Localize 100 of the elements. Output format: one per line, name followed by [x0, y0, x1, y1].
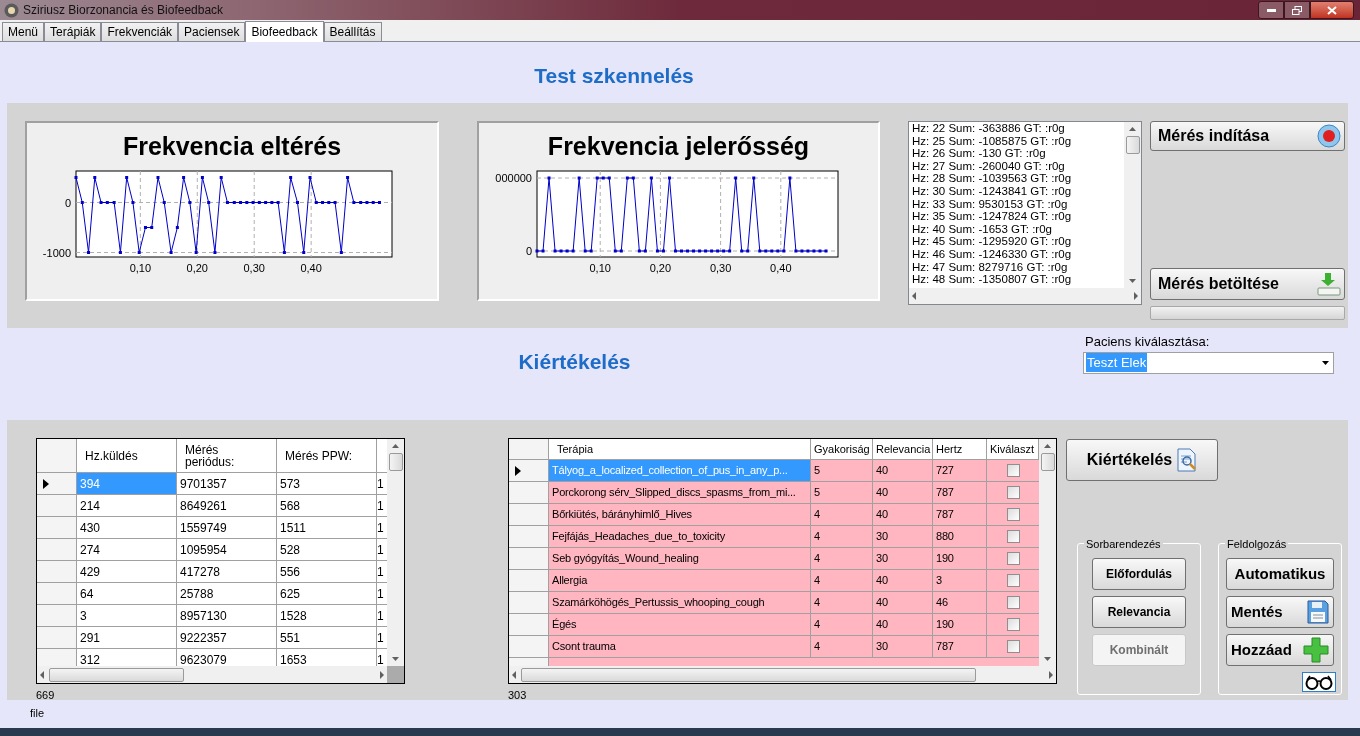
action-button[interactable]: Automatikus: [1226, 558, 1334, 590]
row-header[interactable]: [509, 460, 549, 482]
maximize-button[interactable]: [1284, 1, 1310, 19]
scroll-right-icon[interactable]: [379, 670, 385, 679]
table-row[interactable]: 430 1559749 1511 1: [37, 517, 387, 539]
scroll-thumb[interactable]: [388, 453, 403, 471]
table-cell: Allergia: [549, 570, 811, 592]
point: [302, 251, 306, 254]
sort-button[interactable]: Relevancia: [1092, 596, 1186, 628]
table-cell: 40: [873, 504, 933, 526]
tab[interactable]: Terápiák: [44, 22, 102, 41]
tab[interactable]: Beállítás: [323, 22, 382, 41]
table-cell: Tályog_a_localized_collection_of_pus_in_any_p...: [549, 460, 811, 482]
scrollbar[interactable]: [1039, 439, 1056, 666]
table-row[interactable]: Fejfájás_Headaches_due_to_toxicity 4 30 880: [509, 526, 1039, 548]
table-cell: 556: [277, 561, 377, 583]
table-row[interactable]: 64 25788 625 1: [37, 583, 387, 605]
scrollbar[interactable]: [37, 666, 387, 683]
scroll-thumb[interactable]: [521, 667, 976, 682]
patient-label: Paciens kiválasztása:: [1084, 333, 1211, 351]
checkbox[interactable]: [1006, 618, 1020, 631]
table-row[interactable]: 214 8649261 568 1: [37, 495, 387, 517]
table-row[interactable]: Allergia 4 40 3: [509, 570, 1039, 592]
point: [162, 201, 166, 204]
point: [156, 176, 160, 179]
checkbox[interactable]: [1006, 464, 1020, 477]
checkbox[interactable]: [1006, 486, 1020, 499]
table-cell: 30: [873, 526, 933, 548]
table-row[interactable]: Tályog_a_localized_collection_of_pus_in_any_p... 5 40 727: [509, 460, 1039, 482]
point: [339, 251, 343, 254]
dropdown-caret-icon: [1322, 360, 1329, 365]
table-cell: 312: [77, 649, 177, 666]
table-row[interactable]: Csont trauma 4 30 787: [509, 636, 1039, 658]
point: [213, 251, 217, 254]
checkbox[interactable]: [1006, 596, 1020, 609]
log-line: Hz: 45 Sum: -1295920 GT: :r0g: [912, 235, 1073, 248]
checkbox[interactable]: [1006, 552, 1020, 565]
checkbox[interactable]: [1006, 508, 1020, 521]
table-row[interactable]: 312 9623079 1653 1: [37, 649, 387, 666]
evaluate-button[interactable]: Kiértékelés: [1066, 439, 1218, 481]
scroll-left-icon[interactable]: [911, 292, 917, 300]
sort-button[interactable]: Előfordulás: [1092, 558, 1186, 590]
scroll-thumb[interactable]: [1125, 136, 1140, 154]
minimize-icon: [1266, 8, 1276, 12]
checkbox[interactable]: [1006, 530, 1020, 543]
table-row[interactable]: Égés 4 40 190: [509, 614, 1039, 636]
restore-icon: [1292, 5, 1302, 15]
scroll-right-icon[interactable]: [1133, 292, 1139, 300]
point: [371, 201, 375, 204]
glasses-button[interactable]: [1302, 672, 1336, 692]
table-cell: 190: [933, 548, 987, 570]
scrollbar[interactable]: [387, 439, 404, 666]
log-list[interactable]: [908, 121, 1142, 305]
point: [365, 201, 369, 204]
point: [137, 251, 141, 254]
checkbox[interactable]: [1006, 574, 1020, 587]
tab[interactable]: Menü: [2, 22, 45, 41]
scroll-right-icon[interactable]: [1048, 670, 1054, 679]
close-button[interactable]: [1310, 1, 1354, 19]
point: [207, 201, 211, 204]
scrollbar[interactable]: [1124, 122, 1141, 288]
start-measurement-button[interactable]: Mérés indítása: [1150, 121, 1345, 151]
table-cell: 429: [77, 561, 177, 583]
y-tick-label: 0: [525, 245, 532, 257]
action-button[interactable]: Hozzáad: [1226, 634, 1334, 666]
table-row[interactable]: 394 9701357 573 1: [37, 473, 387, 495]
scroll-thumb[interactable]: [1040, 453, 1055, 471]
tab[interactable]: Biofeedback: [245, 21, 324, 42]
table-row[interactable]: 3 8957130 1528 1: [37, 605, 387, 627]
record-icon: [1317, 124, 1341, 148]
table-cell: 46: [933, 592, 987, 614]
table-cell: 528: [277, 539, 377, 561]
table-row[interactable]: 274 1095954 528 1: [37, 539, 387, 561]
row-header[interactable]: [37, 473, 77, 495]
minimize-button[interactable]: [1258, 1, 1284, 19]
checkbox[interactable]: [1006, 640, 1020, 653]
tab[interactable]: Frekvenciák: [101, 22, 179, 41]
action-button[interactable]: Mentés: [1226, 596, 1334, 628]
table-row[interactable]: Bőrkiütés, bárányhimlő_Hives 4 40 787: [509, 504, 1039, 526]
table-cell: 40: [873, 592, 933, 614]
log-line: Hz: 35 Sum: -1247824 GT: :r0g: [912, 210, 1073, 223]
scroll-thumb[interactable]: [49, 667, 184, 682]
log-line: Hz: 27 Sum: -260040 GT: :r0g: [912, 159, 1066, 173]
tab[interactable]: Paciensek: [178, 22, 246, 41]
table-cell: 5: [811, 460, 873, 482]
section-heading: Kiértékelés: [518, 349, 631, 375]
chart-title: Frekvencia jelerősség: [547, 131, 810, 162]
table-cell: 1653: [277, 649, 377, 666]
table-row[interactable]: 429 417278 556 1: [37, 561, 387, 583]
load-measurement-button[interactable]: Mérés betöltése: [1150, 268, 1345, 300]
scrollbar[interactable]: [909, 288, 1141, 304]
table-row[interactable]: Szamárköhögés_Pertussis_whooping_cough 4 40 46: [509, 592, 1039, 614]
table-row[interactable]: Seb gyógyítás_Wound_healing 4 30 190: [509, 548, 1039, 570]
table-row[interactable]: 291 9222357 551 1: [37, 627, 387, 649]
scrollbar[interactable]: [509, 666, 1056, 683]
point: [118, 251, 122, 254]
table-row[interactable]: Porckorong sérv_Slipped_discs_spasms_from_mi... 5 40 787: [509, 482, 1039, 504]
table-cell: Porckorong sérv_Slipped_discs_spasms_from_mi...: [549, 482, 811, 504]
scroll-left-icon[interactable]: [39, 670, 45, 679]
scroll-left-icon[interactable]: [511, 670, 517, 679]
